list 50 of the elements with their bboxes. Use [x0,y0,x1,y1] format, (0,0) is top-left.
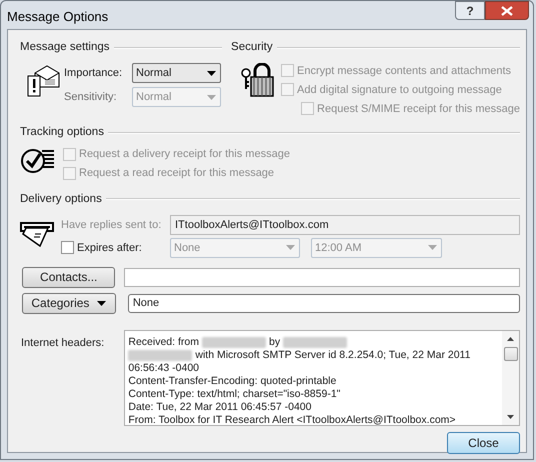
checkbox-label: Expires after: [77,240,142,256]
padlock-icon [240,63,276,98]
caret-icon [207,94,216,100]
field-label: Have replies sent to: [61,218,162,232]
caret-icon [428,245,437,250]
checkbox-label: Encrypt message contents and attachments [297,64,512,78]
headers-text-area[interactable] [124,330,520,426]
header-text: Date: Tue, 22 Mar 2011 06:45:57 -0400 [128,400,312,414]
header-text: Content-Type: text/html; charset="iso-8859-1" [128,388,340,401]
close-button[interactable]: Close [447,432,520,454]
importance-dropdown[interactable]: Normal [132,63,221,84]
help-button[interactable]: ? [455,1,485,20]
checkbox-label: Request a delivery receipt for this message [79,146,290,162]
scroll-down-icon[interactable] [507,414,514,419]
envelope-icon [27,65,61,98]
header-text: by [268,336,280,349]
checkbox-label: Request a read receipt for this message [79,166,274,181]
scrollbar-thumb[interactable] [504,346,518,361]
field-label: Sensitivity: [64,90,118,105]
section-title: Tracking options [20,125,104,140]
contacts-field[interactable] [124,268,520,287]
field-label: Internet headers: [21,336,106,351]
caret-icon [97,300,106,306]
section-title: Security [231,40,273,55]
checkmark-icon [20,148,55,174]
checkbox[interactable] [61,241,74,254]
checkbox-label: Request S/MIME receipt for this message [317,102,520,116]
header-text: From: Toolbox for IT Research Alert <ITtoolboxAlerts@ITtoolbox.com> [128,414,456,425]
redacted-text [128,350,192,361]
scroll-up-icon[interactable] [507,336,514,341]
redacted-text [202,336,266,348]
field-label: Importance: [64,66,124,81]
envelope-slot-icon [20,220,54,247]
header-text: Received: from [128,336,199,349]
categories-field[interactable]: None [128,294,520,313]
header-text: Content-Transfer-Encoding: quoted-printable [128,374,336,388]
section-title: Message settings [20,40,110,55]
scrollbar[interactable] [502,330,519,425]
categories-button[interactable]: Categories [22,292,116,314]
caret-icon [286,245,295,250]
redacted-text [283,336,348,348]
caret-icon [207,70,216,76]
section-title: Delivery options [20,192,102,206]
window-title: Message Options [7,8,108,26]
checkbox-label: Add digital signature to outgoing message [297,82,502,98]
header-text: with Microsoft SMTP Server id 8.2.254.0; Tue, 22 Mar 2011 [195,348,470,362]
header-text: 06:56:43 -0400 [128,362,200,375]
contacts-button[interactable]: Contacts... [22,266,116,288]
close-button[interactable] [485,1,529,20]
close-icon [501,6,513,16]
